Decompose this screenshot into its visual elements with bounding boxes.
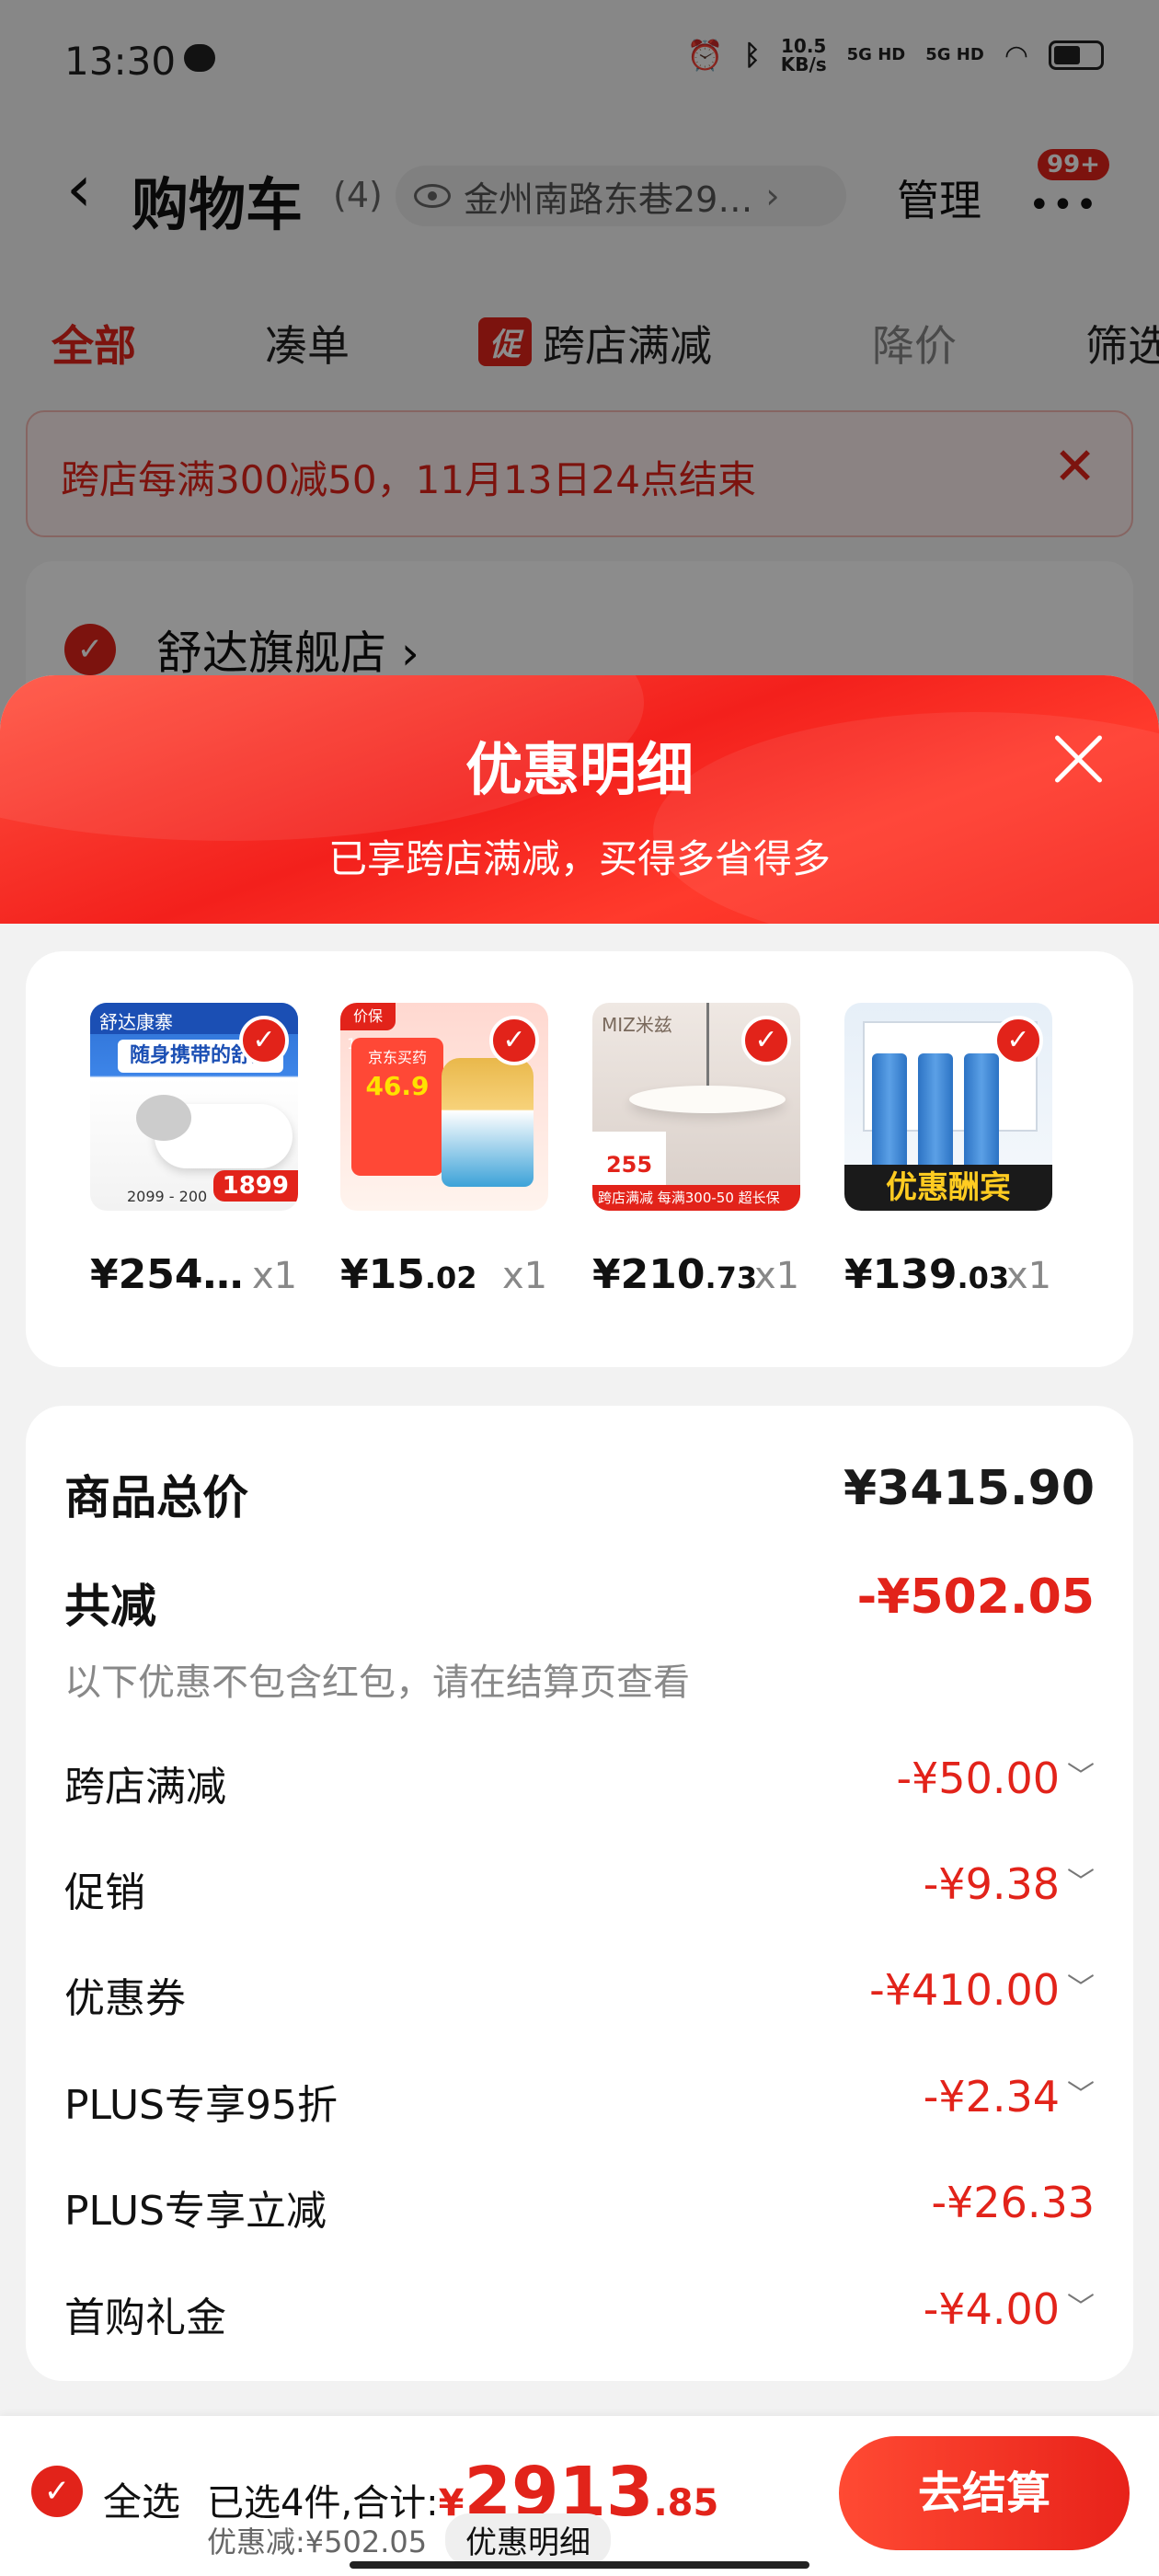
discount-summary: 优惠减:¥502.05 bbox=[207, 2524, 428, 2559]
discount-value: -¥410.00 ﹀ bbox=[869, 1965, 1095, 2015]
product-image: MIZ米兹 255 跨店满减 每满300-50 超长保 ✓ bbox=[592, 1003, 800, 1211]
image-brand: 价保11.11 bbox=[340, 1003, 396, 1052]
image-card-title: 京东买药 bbox=[367, 1049, 427, 1066]
total-reduce-label: 共减 bbox=[64, 1580, 156, 1633]
price-main: ¥15 bbox=[340, 1251, 425, 1298]
product-item[interactable]: 优惠酬宾 ✓ ¥139.03 x1 bbox=[844, 1003, 1074, 1298]
discount-amount: -¥4.00 bbox=[923, 2284, 1060, 2334]
price-main: ¥139 bbox=[844, 1251, 958, 1298]
price-summary-card: 商品总价 ¥3415.90 共减 -¥502.05 以下优惠不包含红包，请在结算… bbox=[26, 1406, 1133, 2381]
check-icon[interactable]: ✓ bbox=[239, 1016, 289, 1065]
discount-value: -¥50.00 ﹀ bbox=[896, 1754, 1095, 1803]
check-icon[interactable]: ✓ bbox=[489, 1016, 539, 1065]
chevron-down-icon: ﹀ bbox=[1067, 2079, 1095, 2111]
home-indicator bbox=[350, 2561, 809, 2569]
product-image: 价保11.11 京东买药 46.9 ✓ bbox=[340, 1003, 548, 1211]
check-icon[interactable]: ✓ bbox=[993, 1016, 1043, 1065]
check-icon[interactable]: ✓ bbox=[31, 2466, 83, 2517]
discount-label: PLUS专享立减 bbox=[64, 2188, 327, 2235]
chevron-down-icon: ﹀ bbox=[1067, 1972, 1095, 2005]
price-decimal: .73 bbox=[705, 1260, 758, 1295]
product-qty: x1 bbox=[502, 1255, 548, 1297]
product-price: ¥210.73 bbox=[592, 1251, 757, 1298]
chevron-down-icon: ﹀ bbox=[1067, 1867, 1095, 1899]
discount-amount: -¥2.34 bbox=[923, 2072, 1060, 2122]
price-decimal: .03 bbox=[957, 1260, 1010, 1295]
price-main: ¥254… bbox=[90, 1251, 244, 1298]
filter-tube bbox=[872, 1053, 907, 1173]
filter-tube bbox=[964, 1053, 999, 1173]
discount-value: -¥2.34 ﹀ bbox=[924, 2072, 1095, 2122]
product-image: 舒达康寨 随身携带的舒适 2099 - 200 1899 ✓ bbox=[90, 1003, 298, 1211]
discount-amount: -¥410.00 bbox=[869, 1965, 1060, 2015]
goods-total-label: 商品总价 bbox=[64, 1471, 248, 1524]
select-all-label[interactable]: 全选 bbox=[103, 2471, 180, 2527]
products-card: 舒达康寨 随身携带的舒适 2099 - 200 1899 ✓ ¥254… x1 … bbox=[26, 951, 1133, 1367]
sheet-title: 优惠明细 bbox=[465, 736, 694, 803]
discount-detail-button[interactable]: 优惠明细 bbox=[445, 2513, 611, 2566]
product-item[interactable]: MIZ米兹 255 跨店满减 每满300-50 超长保 ✓ ¥210.73 x1 bbox=[592, 1003, 822, 1298]
discount-value: -¥26.33 bbox=[931, 2178, 1095, 2227]
image-strip: 跨店满减 每满300-50 超长保 bbox=[592, 1185, 800, 1211]
discount-label: 跨店满减 bbox=[64, 1764, 226, 1811]
discount-amount: -¥50.00 bbox=[896, 1754, 1060, 1803]
chevron-down-icon: ﹀ bbox=[1067, 1761, 1095, 1793]
sheet-subtitle: 已享跨店满减，买得多省得多 bbox=[327, 836, 831, 881]
product-qty: x1 bbox=[252, 1255, 298, 1297]
product-price: ¥254… bbox=[90, 1251, 243, 1298]
product-item[interactable]: 舒达康寨 随身携带的舒适 2099 - 200 1899 ✓ ¥254… x1 bbox=[90, 1003, 320, 1298]
discount-label: 优惠券 bbox=[64, 1975, 186, 2022]
goods-total-value: ¥3415.90 bbox=[843, 1461, 1095, 1516]
pet-figure bbox=[136, 1095, 191, 1141]
lamp-cord bbox=[706, 1003, 709, 1087]
sheet-header: 优惠明细 已享跨店满减，买得多省得多 bbox=[0, 675, 1159, 951]
product-price: ¥139.03 bbox=[844, 1251, 1009, 1298]
lamp-shape bbox=[629, 1086, 786, 1113]
close-icon[interactable] bbox=[1050, 730, 1106, 786]
price-main: ¥210 bbox=[592, 1251, 706, 1298]
discount-label: PLUS专享95折 bbox=[64, 2082, 338, 2129]
checkout-button[interactable]: 去结算 bbox=[839, 2436, 1130, 2550]
check-icon[interactable]: ✓ bbox=[741, 1016, 791, 1065]
checkout-bar: ✓ 全选 已选4件,合计:¥2913.85 优惠减:¥502.05 优惠明细 去… bbox=[0, 2416, 1159, 2576]
discount-amount: -¥9.38 bbox=[923, 1859, 1060, 1909]
product-qty: x1 bbox=[754, 1255, 800, 1297]
total-reduce-value: -¥502.05 bbox=[856, 1570, 1095, 1625]
redpacket-note: 以下优惠不包含红包，请在结算页查看 bbox=[64, 1662, 690, 1704]
image-card: 京东买药 46.9 bbox=[351, 1038, 443, 1176]
image-price-tag: 255 bbox=[592, 1132, 666, 1187]
product-qty: x1 bbox=[1006, 1255, 1052, 1297]
product-image: 优惠酬宾 ✓ bbox=[844, 1003, 1052, 1211]
price-decimal: .02 bbox=[424, 1260, 477, 1295]
filter-tube bbox=[918, 1053, 953, 1173]
chevron-down-icon: ﹀ bbox=[1067, 2292, 1095, 2324]
discount-label: 首购礼金 bbox=[64, 2294, 226, 2341]
discount-detail-sheet: 优惠明细 已享跨店满减，买得多省得多 舒达康寨 随身携带的舒适 2099 - 2… bbox=[0, 675, 1159, 2576]
supplement-bottle bbox=[442, 1058, 534, 1187]
discount-label: 促销 bbox=[64, 1869, 145, 1916]
product-item[interactable]: 价保11.11 京东买药 46.9 ✓ ¥15.02 x1 bbox=[340, 1003, 570, 1298]
discount-value: -¥9.38 ﹀ bbox=[924, 1859, 1095, 1909]
image-brand: MIZ米兹 bbox=[602, 1014, 672, 1036]
image-small-text: 2099 - 200 bbox=[127, 1188, 208, 1205]
total-decimal: .85 bbox=[653, 2482, 719, 2524]
image-price-tag: 1899 bbox=[212, 1170, 298, 1202]
discount-value: -¥4.00 ﹀ bbox=[924, 2284, 1095, 2334]
product-price: ¥15.02 bbox=[340, 1251, 477, 1298]
image-card-price: 46.9 bbox=[365, 1071, 430, 1101]
image-banner: 优惠酬宾 bbox=[844, 1165, 1052, 1211]
